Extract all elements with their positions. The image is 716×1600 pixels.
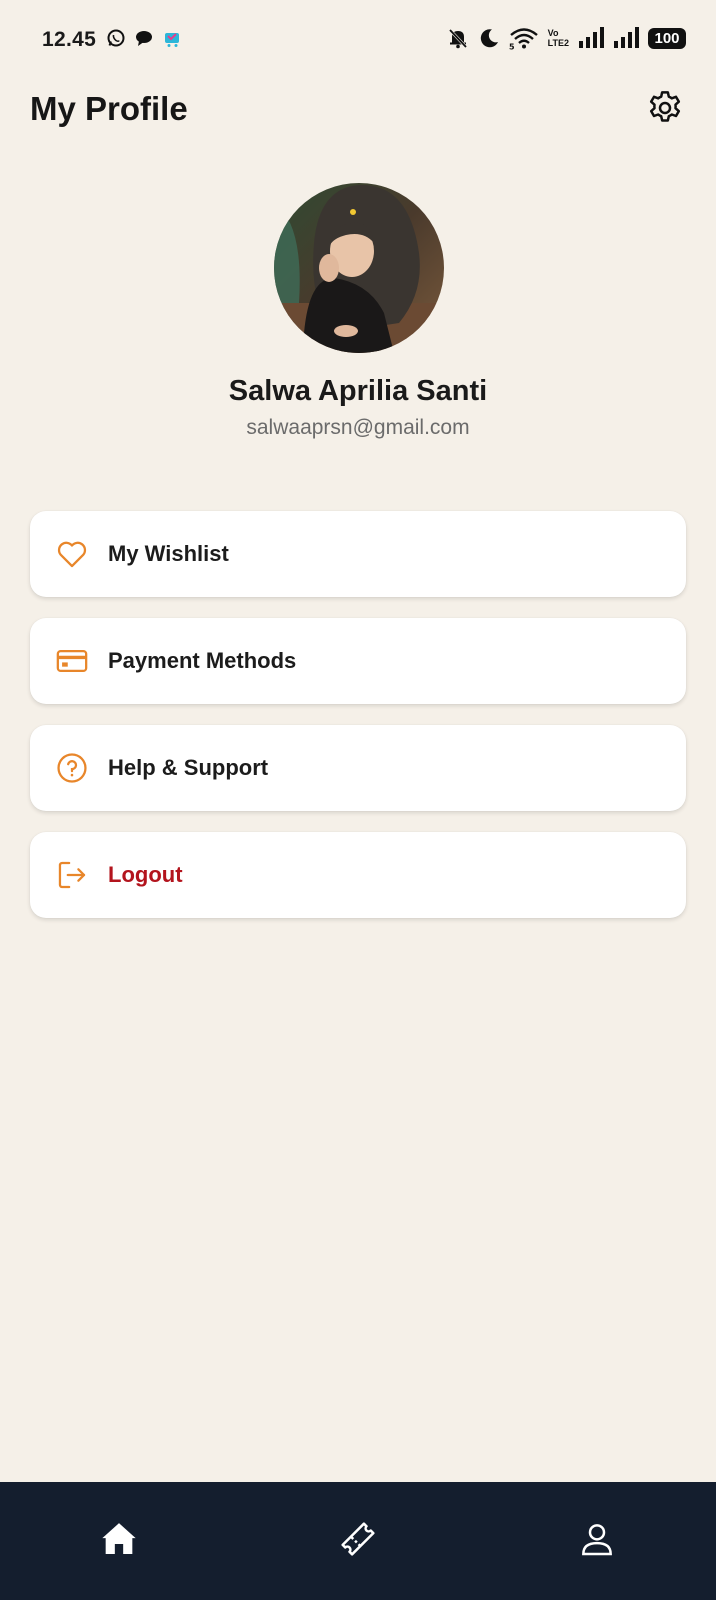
shopping-app-icon: [162, 28, 182, 48]
menu-item-logout[interactable]: Logout: [30, 832, 686, 918]
wifi-5g-icon: 5: [509, 26, 539, 50]
logout-icon: [54, 857, 90, 893]
user-icon: [577, 1519, 617, 1564]
avatar[interactable]: [274, 183, 444, 353]
volte-top-text: Vo: [547, 28, 559, 38]
settings-button[interactable]: [643, 88, 687, 132]
menu-item-payment-methods[interactable]: Payment Methods: [30, 618, 686, 704]
signal-icon: [613, 27, 639, 49]
question-circle-icon: [54, 750, 90, 786]
bottom-nav: [0, 1482, 716, 1600]
svg-text:5: 5: [509, 43, 515, 51]
heart-icon: [54, 536, 90, 572]
chat-bubble-icon: [134, 28, 154, 48]
nav-tickets[interactable]: [239, 1482, 478, 1600]
credit-card-icon: [54, 643, 90, 679]
moon-icon: [478, 27, 500, 49]
gear-icon: [645, 88, 685, 133]
menu-item-label: Payment Methods: [108, 648, 297, 673]
user-name: Salwa Aprilia Santi: [228, 375, 488, 407]
volte-bottom-text: LTE2: [547, 38, 569, 48]
profile-screen: 12.45 5 Vo LTE2 100 My Profile Salwa Apr…: [0, 0, 716, 1600]
whatsapp-icon: [106, 28, 126, 48]
volte-icon: Vo LTE2: [548, 28, 569, 48]
menu-item-label: Help & Support: [108, 755, 269, 780]
home-icon: [99, 1519, 139, 1564]
system-icons: 5 Vo LTE2 100: [447, 26, 686, 50]
profile-menu: My Wishlist Payment Methods Help & Suppo…: [30, 511, 686, 939]
menu-item-label: My Wishlist: [108, 541, 229, 566]
status-bar: 12.45 5 Vo LTE2 100: [0, 0, 716, 82]
menu-item-wishlist[interactable]: My Wishlist: [30, 511, 686, 597]
notification-icons: [106, 28, 182, 48]
battery-indicator: 100: [648, 27, 686, 49]
nav-home[interactable]: [0, 1482, 239, 1600]
menu-item-label: Logout: [108, 862, 183, 887]
user-email: salwaaprsn@gmail.com: [246, 416, 470, 439]
page-title: My Profile: [30, 90, 188, 127]
nav-profile[interactable]: [477, 1482, 716, 1600]
ticket-icon: [338, 1519, 378, 1564]
bell-muted-icon: [447, 27, 469, 49]
signal-icon: [578, 27, 604, 49]
menu-item-help-support[interactable]: Help & Support: [30, 725, 686, 811]
status-time: 12.45: [42, 28, 97, 51]
